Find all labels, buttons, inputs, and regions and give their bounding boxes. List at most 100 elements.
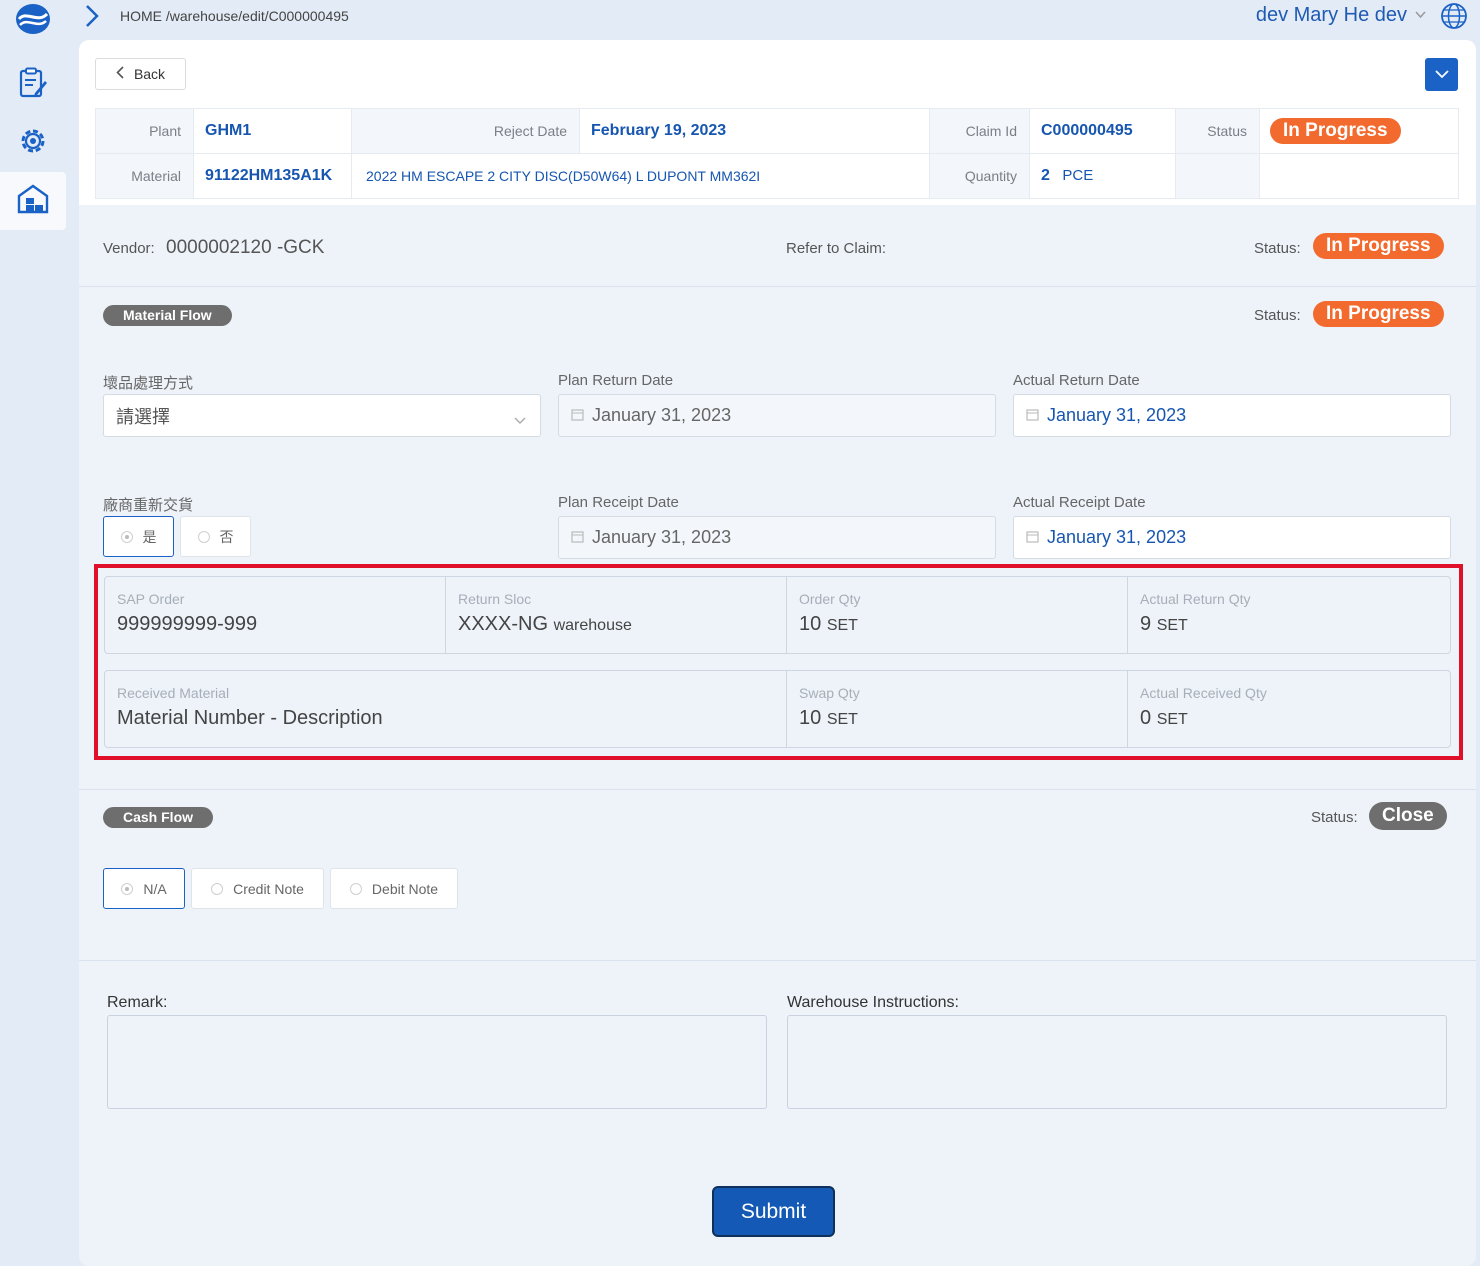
- clipboard-edit-icon: [18, 67, 48, 104]
- actual-receipt-date-value: January 31, 2023: [1047, 527, 1187, 547]
- order-qty-unit: SET: [826, 617, 858, 634]
- radio-dot-icon: [120, 530, 133, 543]
- reship-no-label: 否: [219, 528, 234, 545]
- calendar-icon: [571, 405, 584, 426]
- actual-received-qty-value: 0: [1140, 707, 1152, 729]
- reship-yes-label: 是: [142, 528, 157, 545]
- actual-received-qty-cell: Actual Received Qty 0 SET: [1128, 671, 1452, 747]
- refer-claim-label: Refer to Claim:: [786, 240, 887, 257]
- sap-order-label: SAP Order: [117, 591, 185, 607]
- disposal-method-label: 壞品處理方式: [103, 375, 194, 392]
- actual-received-qty-unit: SET: [1156, 711, 1188, 728]
- chevron-down-icon: [1434, 66, 1449, 84]
- sidebar: [0, 0, 68, 1266]
- empty-cell: [1259, 153, 1459, 199]
- return-sloc-cell: Return Sloc XXXX-NG warehouse: [446, 577, 787, 653]
- received-material-cell: Received Material Material Number - Desc…: [105, 671, 787, 747]
- claim-summary-table: Plant GHM1 Reject Date February 19, 2023…: [95, 108, 1459, 199]
- collapse-button[interactable]: [1425, 58, 1458, 91]
- back-button[interactable]: Back: [95, 58, 186, 90]
- cash-flow-debit-note-label: Debit Note: [371, 880, 439, 897]
- warehouse-instructions-label: Warehouse Instructions:: [787, 994, 959, 1011]
- quantity-unit: PCE: [1062, 167, 1094, 184]
- user-menu[interactable]: dev Mary He dev: [1256, 4, 1426, 27]
- card-header: Back Plant GHM1 Reject Date February 19,…: [79, 40, 1476, 205]
- chevron-down-icon: [514, 409, 526, 430]
- actual-received-qty-label: Actual Received Qty: [1140, 685, 1267, 701]
- vendor-value: 0000002120 -GCK: [166, 237, 325, 258]
- cash-flow-na-radio[interactable]: N/A: [103, 868, 185, 909]
- actual-return-qty-value: 9: [1140, 613, 1152, 635]
- highlight-frame: SAP Order 999999999-999 Return Sloc XXXX…: [94, 564, 1463, 760]
- plant-label: Plant: [95, 108, 194, 154]
- app-logo-icon[interactable]: [14, 2, 52, 36]
- disposal-method-value: 請選擇: [116, 406, 170, 427]
- swap-qty-label: Swap Qty: [799, 685, 860, 701]
- sidebar-item-warehouse[interactable]: [0, 172, 66, 230]
- vendor-reship-label: 廠商重新交貨: [103, 497, 194, 514]
- cash-flow-status-label: Status:: [1311, 809, 1358, 826]
- cash-flow-credit-note-radio[interactable]: Credit Note: [191, 868, 324, 909]
- disposal-method-select[interactable]: 請選擇: [103, 394, 541, 437]
- calendar-icon: [1026, 527, 1039, 548]
- breadcrumb: HOME /warehouse/edit/C000000495: [120, 8, 349, 24]
- plan-receipt-date-field[interactable]: January 31, 2023: [558, 516, 996, 559]
- submit-button[interactable]: Submit: [712, 1186, 835, 1237]
- gear-icon: [18, 126, 48, 161]
- reship-no-radio[interactable]: 否: [180, 516, 251, 557]
- actual-return-date-field[interactable]: January 31, 2023: [1013, 394, 1451, 437]
- sidebar-expand-icon[interactable]: [82, 3, 102, 29]
- claim-id-value: C000000495: [1029, 108, 1176, 154]
- actual-receipt-date-field[interactable]: January 31, 2023: [1013, 516, 1451, 559]
- sidebar-item-settings[interactable]: [0, 114, 66, 172]
- sap-order-value: 999999999-999: [117, 613, 258, 635]
- quantity-label: Quantity: [929, 153, 1030, 199]
- plan-return-date-field[interactable]: January 31, 2023: [558, 394, 996, 437]
- cash-flow-status-badge: Close: [1369, 802, 1447, 830]
- material-description: 2022 HM ESCAPE 2 CITY DISC(D50W64) L DUP…: [351, 153, 930, 199]
- globe-icon[interactable]: [1440, 2, 1468, 30]
- warehouse-icon: [17, 184, 49, 219]
- chevron-left-icon: [116, 66, 124, 82]
- sap-order-cell: SAP Order 999999999-999: [105, 577, 446, 653]
- radio-dot-icon: [211, 882, 224, 895]
- radio-dot-icon: [349, 882, 362, 895]
- back-label: Back: [133, 66, 166, 82]
- calendar-icon: [571, 527, 584, 548]
- radio-dot-icon: [121, 882, 134, 895]
- received-material-value: Material Number - Description: [117, 707, 383, 729]
- chevron-down-icon: [1415, 10, 1426, 22]
- vendor-label: Vendor:: [103, 240, 155, 257]
- empty-cell: [1175, 153, 1260, 199]
- quantity-cell: 2 PCE: [1029, 153, 1176, 199]
- status-cell: In Progress: [1259, 108, 1459, 154]
- plan-return-date-label: Plan Return Date: [558, 372, 674, 389]
- vendor-row: Vendor: 0000002120 -GCK Refer to Claim: …: [79, 205, 1476, 287]
- warehouse-instructions-textarea[interactable]: [787, 1015, 1447, 1109]
- plan-receipt-date-label: Plan Receipt Date: [558, 494, 679, 511]
- plan-receipt-date-value: January 31, 2023: [592, 527, 732, 547]
- section-divider: [79, 789, 1476, 790]
- remark-textarea[interactable]: [107, 1015, 767, 1109]
- actual-return-qty-label: Actual Return Qty: [1140, 591, 1251, 607]
- actual-return-qty-cell: Actual Return Qty 9 SET: [1128, 577, 1452, 653]
- actual-return-date-value: January 31, 2023: [1047, 405, 1187, 425]
- material-flow-status-badge: In Progress: [1313, 301, 1444, 327]
- sidebar-item-claims[interactable]: [0, 56, 66, 114]
- remark-label: Remark:: [107, 994, 168, 1011]
- order-qty-value: 10: [799, 613, 822, 635]
- received-material-label: Received Material: [117, 685, 230, 701]
- radio-dot-icon: [197, 530, 210, 543]
- cash-flow-debit-note-radio[interactable]: Debit Note: [330, 868, 458, 909]
- reject-date-label: Reject Date: [351, 108, 580, 154]
- order-info-row: SAP Order 999999999-999 Return Sloc XXXX…: [104, 576, 1451, 654]
- receipt-info-row: Received Material Material Number - Desc…: [104, 670, 1451, 748]
- swap-qty-unit: SET: [826, 711, 858, 728]
- status-badge: In Progress: [1270, 118, 1401, 144]
- status-label: Status: [1175, 108, 1260, 154]
- reship-yes-radio[interactable]: 是: [103, 516, 174, 557]
- material-flow-status-label: Status:: [1254, 307, 1301, 324]
- vendor-status-label: Status:: [1254, 240, 1301, 257]
- plan-return-date-value: January 31, 2023: [592, 405, 732, 425]
- claim-id-label: Claim Id: [929, 108, 1030, 154]
